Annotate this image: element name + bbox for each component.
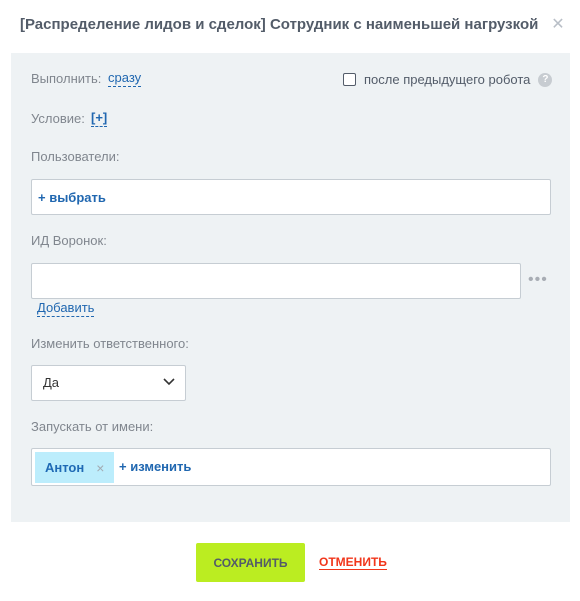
more-options-icon[interactable]: •••: [528, 272, 548, 288]
funnels-label: ИД Воронок:: [31, 233, 107, 248]
settings-panel: Выполнить: сразу после предыдущего робот…: [11, 53, 570, 522]
after-previous-checkbox[interactable]: [343, 73, 356, 86]
condition-label: Условие:: [31, 111, 85, 126]
run-as-label: Запускать от имени:: [31, 419, 154, 434]
change-user-link[interactable]: + изменить: [119, 459, 191, 474]
cancel-button[interactable]: ОТМЕНИТЬ: [319, 555, 387, 570]
change-responsible-label: Изменить ответственного:: [31, 336, 189, 351]
save-button[interactable]: СОХРАНИТЬ: [196, 543, 305, 582]
users-field[interactable]: + выбрать: [31, 179, 551, 215]
add-condition-link[interactable]: [+]: [91, 110, 108, 127]
after-previous-label: после предыдущего робота: [364, 72, 531, 87]
run-as-field: Антон × + изменить: [31, 448, 551, 486]
remove-user-icon[interactable]: ×: [96, 460, 104, 476]
user-tag: Антон ×: [35, 452, 114, 483]
execute-label: Выполнить:: [31, 71, 102, 86]
robot-settings-dialog: [Распределение лидов и сделок] Сотрудник…: [0, 0, 580, 601]
users-label: Пользователи:: [31, 149, 120, 164]
dialog-title: [Распределение лидов и сделок] Сотрудник…: [20, 16, 539, 33]
close-icon[interactable]: ✕: [549, 16, 567, 34]
change-responsible-select[interactable]: Да: [31, 365, 186, 401]
change-responsible-value: Да: [43, 375, 60, 390]
chevron-down-icon: [163, 378, 175, 386]
funnels-input[interactable]: [31, 263, 521, 299]
help-icon[interactable]: ?: [538, 72, 553, 87]
select-users-link[interactable]: + выбрать: [38, 190, 106, 205]
execute-timing-link[interactable]: сразу: [108, 70, 142, 87]
after-previous-robot: после предыдущего робота ?: [343, 72, 553, 87]
add-funnel-link[interactable]: Добавить: [37, 300, 95, 317]
user-tag-name: Антон: [45, 460, 85, 475]
